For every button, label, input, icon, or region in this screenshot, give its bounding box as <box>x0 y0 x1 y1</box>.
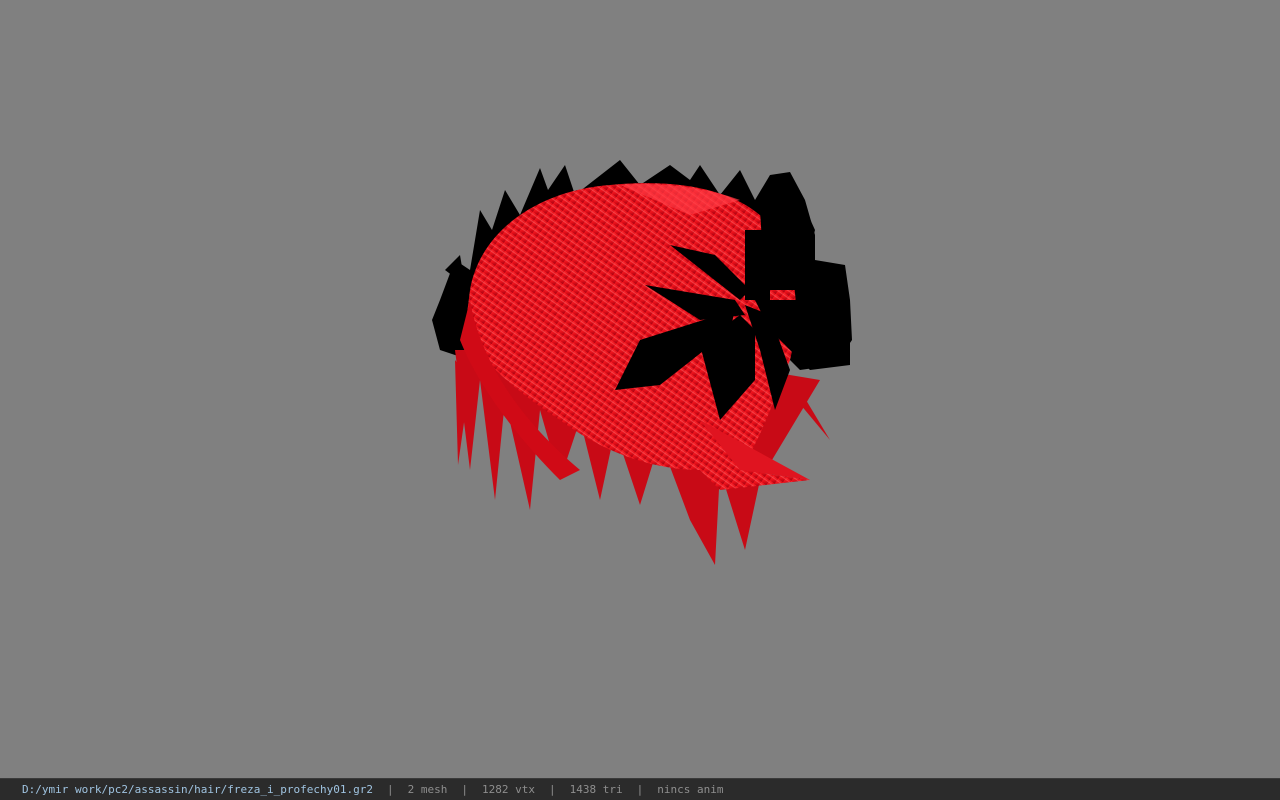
status-separator: | <box>548 783 556 796</box>
status-bar: D:/ymir work/pc2/assassin/hair/freza_i_p… <box>0 778 1280 800</box>
triangle-count: 1438 tri <box>569 783 623 796</box>
file-path: D:/ymir work/pc2/assassin/hair/freza_i_p… <box>22 783 373 796</box>
mesh-count: 2 mesh <box>407 783 448 796</box>
status-separator: | <box>461 783 468 796</box>
hair-model-render <box>432 160 852 565</box>
anim-status: nincs anim <box>657 783 724 796</box>
vertex-count: 1282 vtx <box>482 783 535 796</box>
status-separator: | <box>387 783 394 796</box>
3d-viewport[interactable] <box>0 0 1280 778</box>
status-separator: | <box>636 783 644 796</box>
